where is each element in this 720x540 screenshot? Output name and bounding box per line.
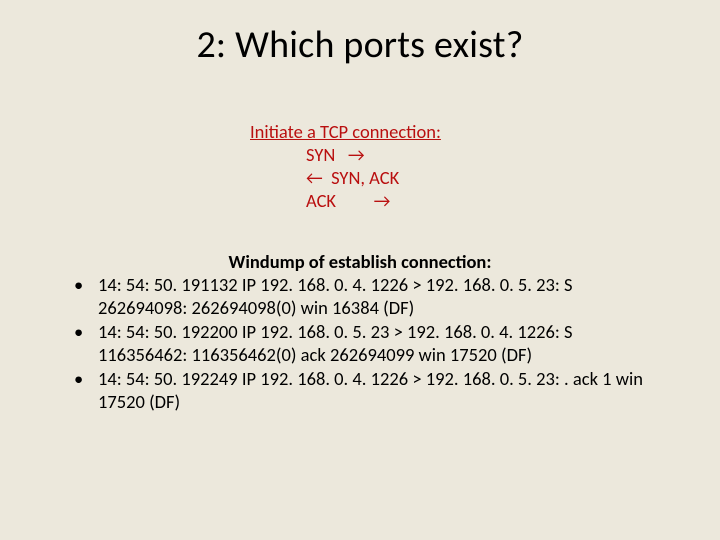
handshake-synack: ← SYN, ACK xyxy=(250,166,441,189)
bullet-text: 14: 54: 50. 192200 IP 192. 168. 0. 5. 23… xyxy=(98,321,660,366)
bullet-icon: • xyxy=(74,321,98,366)
dump-bullets: • 14: 54: 50. 191132 IP 192. 168. 0. 4. … xyxy=(74,274,660,415)
handshake-heading: Initiate a TCP connection: xyxy=(250,120,441,143)
handshake-syn: SYN → xyxy=(250,143,441,166)
list-item: • 14: 54: 50. 191132 IP 192. 168. 0. 4. … xyxy=(74,274,660,319)
handshake-ack: ACK → xyxy=(250,189,441,212)
slide: 2: Which ports exist? Initiate a TCP con… xyxy=(0,0,720,540)
handshake-block: Initiate a TCP connection: SYN → ← SYN, … xyxy=(250,120,441,213)
list-item: • 14: 54: 50. 192249 IP 192. 168. 0. 4. … xyxy=(74,368,660,413)
bullet-icon: • xyxy=(74,368,98,413)
slide-title: 2: Which ports exist? xyxy=(0,22,720,68)
list-item: • 14: 54: 50. 192200 IP 192. 168. 0. 5. … xyxy=(74,321,660,366)
bullet-text: 14: 54: 50. 192249 IP 192. 168. 0. 4. 12… xyxy=(98,368,660,413)
bullet-text: 14: 54: 50. 191132 IP 192. 168. 0. 4. 12… xyxy=(98,274,660,319)
dump-heading: Windump of establish connection: xyxy=(0,250,720,273)
bullet-icon: • xyxy=(74,274,98,319)
